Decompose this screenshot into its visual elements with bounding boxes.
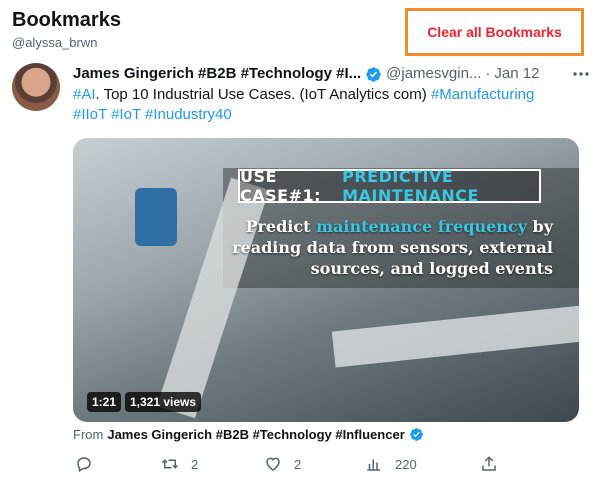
hashtag[interactable]: #IoT xyxy=(111,106,141,123)
overlay-highlight: maintenance frequency xyxy=(316,217,527,236)
analytics-button[interactable]: 220 xyxy=(365,455,417,473)
share-icon xyxy=(482,456,496,471)
from-author-name[interactable]: James Gingerich #B2B #Technology #Influe… xyxy=(107,427,404,442)
page-header: Bookmarks @alyssa_brwn xyxy=(12,8,121,50)
verified-badge-icon xyxy=(366,66,381,82)
reply-icon xyxy=(77,457,91,473)
video-duration: 1:21 xyxy=(87,392,122,412)
separator: · xyxy=(485,65,491,82)
tweet-body: . Top 10 Industrial Use Cases. (IoT Anal… xyxy=(95,86,431,103)
hashtag[interactable]: #Inudustry40 xyxy=(145,106,232,123)
like-count: 2 xyxy=(294,456,302,472)
retweet-icon xyxy=(161,459,179,469)
overlay-text: Predict maintenance frequency by reading… xyxy=(223,216,553,279)
clear-all-bookmarks-button[interactable]: Clear all Bookmarks xyxy=(405,8,584,56)
more-icon[interactable] xyxy=(571,68,591,80)
video-views: 1,321 views xyxy=(125,392,202,412)
overlay-pre: Predict xyxy=(245,217,317,236)
tweet-date[interactable]: Jan 12 xyxy=(494,64,539,84)
reply-button[interactable] xyxy=(75,455,105,473)
avatar[interactable] xyxy=(12,63,60,111)
from-label: From xyxy=(73,427,104,442)
user-handle: @alyssa_brwn xyxy=(12,35,98,50)
media-pipe xyxy=(331,304,579,368)
like-button[interactable]: 2 xyxy=(264,455,301,473)
hashtag[interactable]: #AI xyxy=(73,86,96,103)
tweet-header: James Gingerich #B2B #Technology #I... @… xyxy=(73,64,539,84)
media-sensor xyxy=(135,188,177,246)
usecase-label: USE CASE#1: xyxy=(240,167,322,205)
analytics-icon xyxy=(367,459,380,471)
retweet-button[interactable]: 2 xyxy=(161,455,198,473)
page-title: Bookmarks xyxy=(12,9,121,31)
verified-badge-icon xyxy=(409,428,423,441)
usecase-highlight: PREDICTIVE MAINTENANCE xyxy=(342,167,479,205)
hashtag[interactable]: #Manufacturing xyxy=(431,86,534,103)
tweet-actions: 2 2 220 xyxy=(73,455,513,475)
author-handle[interactable]: @jamesvgin... xyxy=(386,64,481,84)
heart-icon xyxy=(266,457,280,471)
share-button[interactable] xyxy=(480,455,498,473)
from-attribution: From James Gingerich #B2B #Technology #I… xyxy=(73,427,428,442)
view-count: 220 xyxy=(395,456,417,472)
author-name[interactable]: James Gingerich #B2B #Technology #I... xyxy=(73,64,361,84)
video-player[interactable]: USE CASE#1: PREDICTIVE MAINTENANCE Predic… xyxy=(73,138,579,422)
tweet-text: #AI. Top 10 Industrial Use Cases. (IoT A… xyxy=(73,85,583,125)
usecase-caption: USE CASE#1: PREDICTIVE MAINTENANCE xyxy=(238,167,541,205)
retweet-count: 2 xyxy=(191,456,199,472)
hashtag[interactable]: #IIoT xyxy=(73,106,107,123)
